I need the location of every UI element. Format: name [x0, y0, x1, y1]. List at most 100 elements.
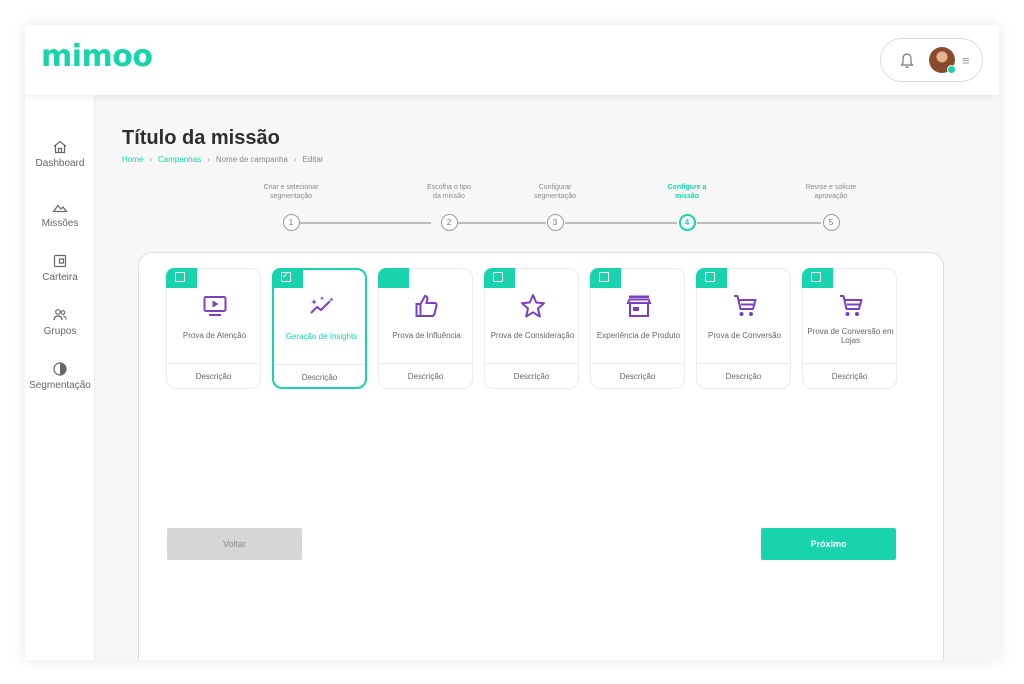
online-status-dot — [947, 65, 956, 74]
hamburger-icon[interactable]: ≡ — [962, 53, 970, 68]
play-screen-icon — [203, 296, 227, 316]
card-title: Geração de Insights — [285, 332, 358, 341]
card-description: Descrição — [831, 372, 868, 381]
step-4-active[interactable]: Configure a missão 4 — [637, 183, 737, 231]
page-title: Título da missão — [122, 127, 280, 149]
card-title: Prova de Influência — [392, 331, 461, 340]
card-tab — [696, 268, 727, 288]
users-icon — [53, 309, 67, 321]
card-description: Descrição — [619, 372, 656, 381]
breadcrumb-home[interactable]: Home — [122, 155, 143, 164]
card-description: Descrição — [301, 373, 338, 382]
mission-card-conversion[interactable]: Prova de Conversão Descrição — [696, 268, 791, 389]
main-content: Título da missão Home › Campanhas › Nome de … — [95, 95, 999, 660]
cart-icon — [840, 295, 863, 316]
pie-chart-icon — [53, 362, 67, 376]
mission-type-panel: Prova de Atenção Descrição ✓ Geração de … — [138, 252, 944, 660]
card-title: Experiência de Produto — [596, 331, 681, 340]
bell-icon[interactable] — [899, 52, 915, 70]
card-checkbox-checked[interactable]: ✓ — [281, 270, 291, 282]
card-tab — [166, 268, 197, 288]
breadcrumb-separator: › — [149, 155, 153, 164]
step-number: 1 — [282, 214, 300, 231]
card-description: Descrição — [725, 372, 762, 381]
back-button[interactable]: Voltar — [167, 528, 302, 560]
sidebar: Dashboard Missões Carteira Grupos Segmen… — [25, 95, 95, 660]
card-divider — [697, 363, 790, 364]
card-description: Descrição — [195, 372, 232, 381]
mission-card-attention[interactable]: Prova de Atenção Descrição — [166, 268, 261, 389]
card-tab — [590, 268, 621, 288]
card-tab — [802, 268, 833, 288]
sparkle-chart-icon — [310, 296, 333, 314]
sidebar-item-label: Grupos — [43, 326, 77, 337]
step-2[interactable]: Escolha o tipo da missão 2 — [399, 183, 499, 231]
app-window: mimoo ≡ Dashboard Missões Carteira Grupo… — [25, 25, 999, 660]
sidebar-item-missions[interactable]: Missões — [25, 199, 95, 229]
star-icon — [521, 294, 545, 318]
step-label: Escolha o tipo da missão — [427, 184, 471, 200]
card-divider — [274, 364, 365, 365]
breadcrumb-separator: › — [293, 155, 297, 164]
card-checkbox[interactable] — [811, 272, 821, 282]
mountain-icon — [52, 204, 68, 213]
step-number: 5 — [822, 214, 840, 231]
user-menu[interactable]: ≡ — [880, 38, 983, 82]
stepper: Criar e selecionar segmentação 1 Escolha… — [95, 183, 999, 243]
breadcrumb: Home › Campanhas › Nome de campanha › Editar — [122, 155, 323, 164]
wallet-icon — [53, 254, 67, 268]
storefront-icon — [626, 295, 652, 317]
card-tab — [484, 268, 515, 288]
breadcrumb-separator: › — [207, 155, 210, 164]
sidebar-item-groups[interactable]: Grupos — [25, 307, 95, 337]
card-divider — [379, 363, 472, 364]
mission-card-product-experience[interactable]: Experiência de Produto Descrição — [590, 268, 685, 389]
sidebar-item-wallet[interactable]: Carteira — [25, 253, 95, 283]
card-checkbox[interactable] — [599, 272, 609, 282]
step-label: Criar e selecionar segmentação — [263, 184, 319, 200]
step-number: 3 — [546, 214, 564, 231]
card-tab: ✓ — [272, 268, 303, 288]
step-number: 4 — [678, 214, 696, 231]
step-3[interactable]: Configurar segmentação 3 — [505, 183, 605, 231]
card-title: Prova de Conversão — [708, 331, 781, 340]
step-label: Configure a missão — [667, 184, 707, 200]
card-divider — [591, 363, 684, 364]
home-icon — [53, 140, 67, 154]
mission-card-influence[interactable]: Prova de Influência Descrição — [378, 268, 473, 389]
sidebar-item-label: Dashboard — [35, 158, 85, 169]
mission-card-insights[interactable]: ✓ Geração de Insights Descrição — [272, 268, 367, 389]
top-bar: mimoo ≡ — [25, 25, 999, 95]
card-title: Prova de Conversão em Lojas — [807, 327, 894, 345]
mission-card-store-conversion[interactable]: Prova de Conversão em Lojas Descrição — [802, 268, 897, 389]
card-description: Descrição — [513, 372, 550, 381]
step-number: 2 — [440, 214, 458, 231]
card-title: Prova de Atenção — [182, 331, 247, 340]
card-divider — [803, 363, 896, 364]
card-divider — [167, 363, 260, 364]
sidebar-item-label: Missões — [41, 218, 79, 229]
card-checkbox[interactable] — [705, 272, 715, 282]
card-tab — [378, 268, 409, 288]
mission-card-consideration[interactable]: Prova de Consideração Descrição — [484, 268, 579, 389]
card-divider — [485, 363, 578, 364]
next-button[interactable]: Próximo — [761, 528, 896, 560]
step-label: Revise e solicite aprovação — [805, 184, 857, 200]
cart-icon — [734, 295, 757, 316]
step-label: Configurar segmentação — [533, 184, 577, 200]
card-title: Prova de Consideração — [490, 331, 575, 340]
card-checkbox[interactable] — [493, 272, 503, 282]
breadcrumb-edit: Editar — [302, 155, 324, 164]
breadcrumb-campaigns[interactable]: Campanhas — [158, 155, 201, 164]
step-1[interactable]: Criar e selecionar segmentação 1 — [241, 183, 341, 231]
sidebar-item-label: Segmentação — [29, 380, 91, 391]
sidebar-item-dashboard[interactable]: Dashboard — [25, 139, 95, 169]
card-checkbox[interactable] — [175, 272, 185, 282]
sidebar-item-segmentation[interactable]: Segmentação — [25, 361, 95, 391]
sidebar-item-label: Carteira — [42, 272, 78, 283]
check-icon: ✓ — [282, 270, 290, 280]
logo[interactable]: mimoo — [41, 39, 153, 74]
thumbs-up-icon — [415, 294, 438, 317]
breadcrumb-campaign-name[interactable]: Nome de campanha — [216, 155, 288, 164]
step-5[interactable]: Revise e solicite aprovação 5 — [781, 183, 881, 231]
